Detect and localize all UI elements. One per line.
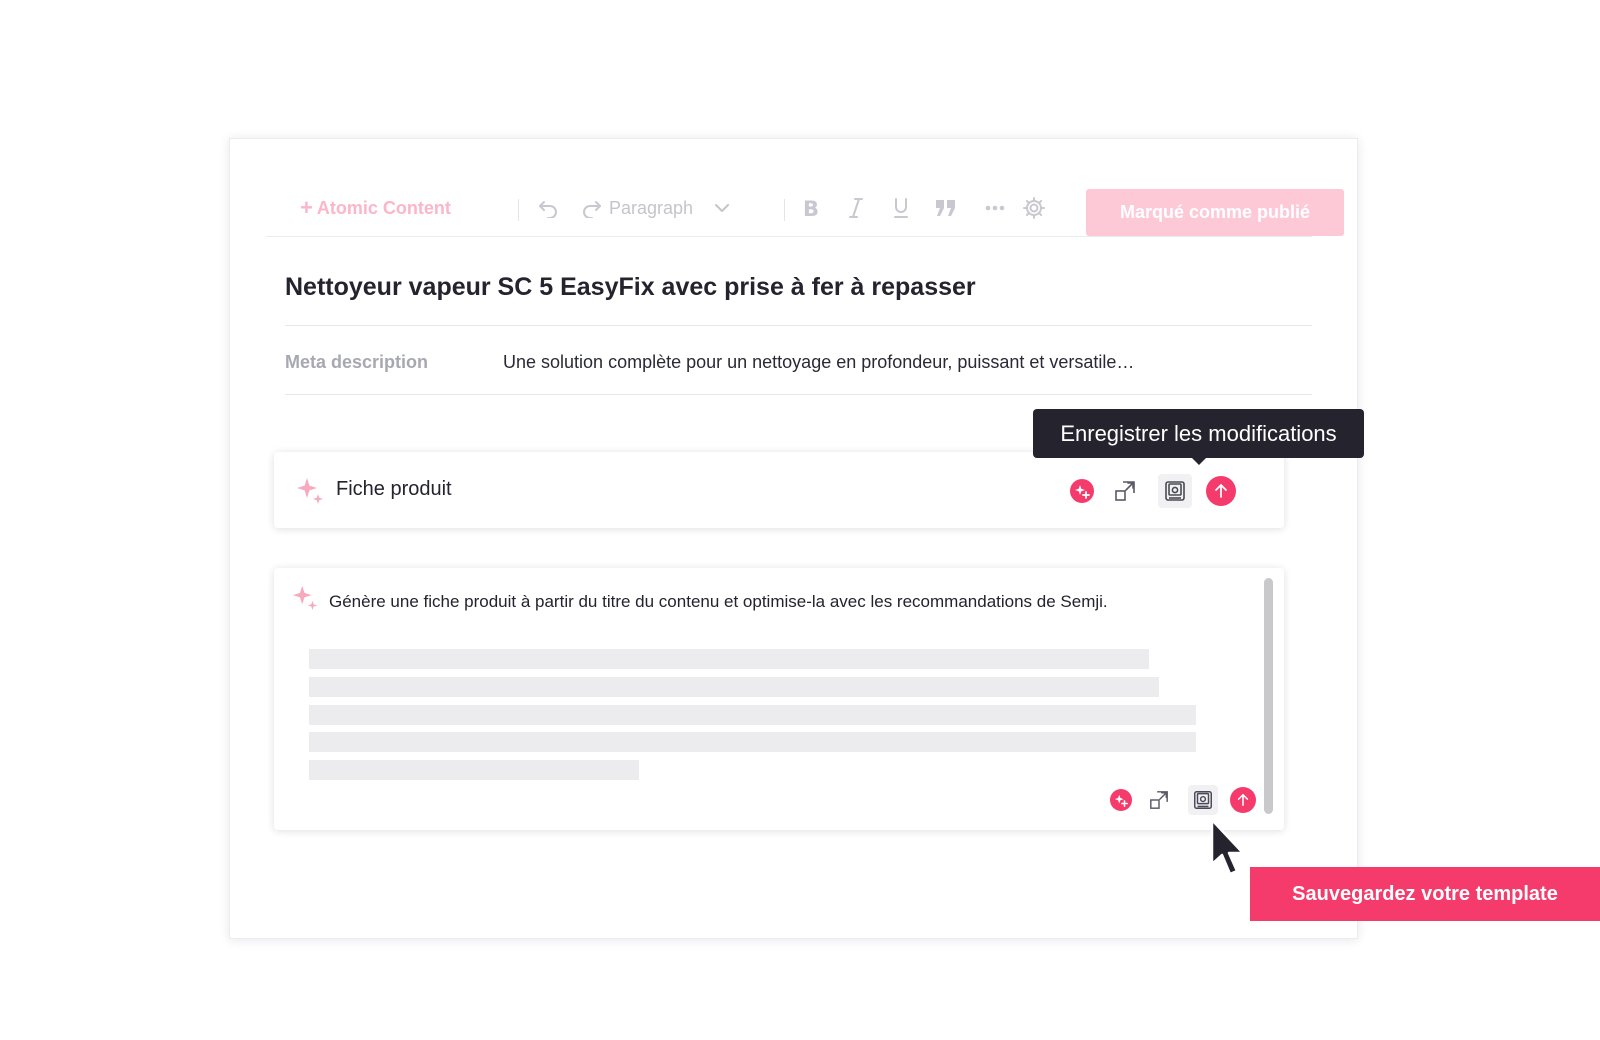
settings-button[interactable] (1019, 189, 1049, 227)
expand-button[interactable] (1108, 474, 1142, 508)
expand-button[interactable] (1144, 785, 1174, 815)
editor-toolbar: + Atomic Content Paragraph B Marqué comm… (266, 189, 1344, 237)
expand-icon (1115, 481, 1135, 501)
block-actions (1070, 474, 1236, 508)
more-button[interactable] (980, 189, 1010, 227)
save-icon (1194, 791, 1212, 809)
meta-description-field[interactable]: Une solution complète pour un nettoyage … (503, 352, 1134, 373)
skeleton-line (309, 760, 639, 780)
skeleton-line (309, 677, 1159, 697)
svg-text:B: B (803, 197, 819, 219)
scrollbar[interactable] (1264, 578, 1273, 814)
ai-generate-button[interactable] (1070, 479, 1094, 503)
template-block[interactable]: Fiche produit (274, 452, 1284, 528)
tooltip-arrow (1191, 457, 1207, 465)
meta-description-label: Meta description (285, 352, 429, 372)
chevron-down-icon (715, 203, 730, 212)
undo-button[interactable] (533, 189, 563, 227)
page-title[interactable]: Nettoyeur vapeur SC 5 EasyFix avec prise… (285, 273, 976, 302)
ai-generate-icon (1075, 485, 1090, 499)
skeleton-line (309, 649, 1149, 669)
publish-up-icon (1237, 793, 1249, 807)
paragraph-select[interactable]: Paragraph (609, 189, 730, 227)
save-template-cta[interactable]: Sauvegardez votre template (1250, 867, 1600, 921)
prompt-text: Génère une fiche produit à partir du tit… (329, 592, 1108, 611)
block-actions (1110, 785, 1256, 815)
mouse-cursor-icon (1210, 818, 1245, 876)
redo-button[interactable] (577, 189, 607, 227)
ai-generate-button[interactable] (1110, 789, 1132, 811)
quote-button[interactable] (931, 189, 961, 227)
atomic-content-button[interactable]: + Atomic Content (300, 189, 451, 227)
italic-icon (849, 198, 863, 218)
mark-as-published-button[interactable]: Marqué comme publié (1086, 189, 1344, 236)
undo-icon (539, 201, 557, 218)
save-tooltip: Enregistrer les modifications (1033, 409, 1364, 458)
plus-icon: + (300, 195, 313, 220)
quote-icon (936, 200, 955, 216)
underline-button[interactable] (886, 189, 916, 227)
divider (285, 325, 1312, 326)
publish-up-icon (1215, 484, 1227, 498)
toolbar-divider (784, 199, 785, 221)
settings-icon (1023, 197, 1045, 219)
prompt-block[interactable]: Génère une fiche produit à partir du tit… (274, 568, 1284, 830)
publish-up-button[interactable] (1230, 787, 1256, 813)
bold-button[interactable]: B (796, 189, 826, 227)
underline-icon (894, 198, 908, 218)
save-button[interactable] (1188, 785, 1218, 815)
skeleton-line (309, 732, 1196, 752)
more-icon (985, 205, 1005, 211)
save-button[interactable] (1158, 474, 1192, 508)
editor-card: + Atomic Content Paragraph B Marqué comm… (229, 138, 1358, 939)
ai-generate-icon (1114, 794, 1128, 807)
atomic-content-label: Atomic Content (316, 197, 451, 218)
paragraph-select-value: Paragraph (609, 197, 694, 218)
sparkle-icon (297, 478, 323, 504)
divider (285, 394, 1312, 395)
skeleton-line (309, 705, 1196, 725)
template-block-label: Fiche produit (336, 478, 452, 500)
publish-up-button[interactable] (1206, 476, 1236, 506)
italic-button[interactable] (841, 189, 871, 227)
expand-icon (1150, 791, 1168, 809)
toolbar-divider (518, 199, 519, 221)
bold-icon: B (803, 197, 819, 219)
sparkle-icon (292, 585, 318, 610)
save-icon (1165, 481, 1185, 501)
redo-icon (583, 201, 601, 218)
